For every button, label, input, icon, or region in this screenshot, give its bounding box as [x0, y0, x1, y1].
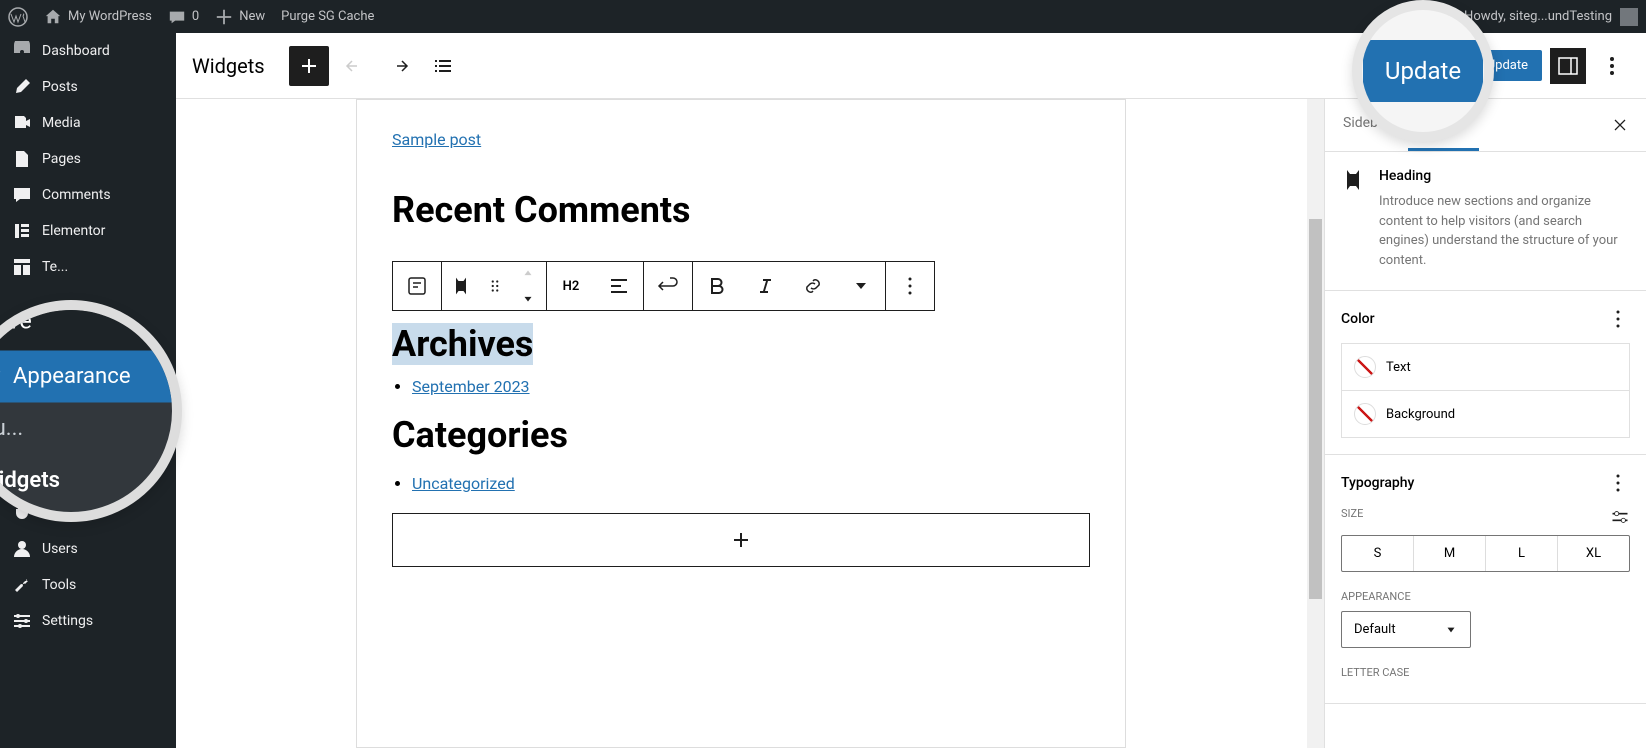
- settings-panel: Sidebar Block Heading Introduce new sect…: [1324, 99, 1646, 748]
- size-s[interactable]: S: [1342, 536, 1413, 571]
- heading-icon: [1341, 168, 1365, 192]
- undo-button[interactable]: [337, 48, 373, 84]
- color-swatch-icon: [1354, 403, 1376, 425]
- category-link[interactable]: Uncategorized: [412, 474, 515, 493]
- list-view-button[interactable]: [425, 48, 461, 84]
- link-button[interactable]: [789, 262, 837, 310]
- italic-button[interactable]: [741, 262, 789, 310]
- lens-widgets[interactable]: Widgets: [0, 455, 182, 507]
- sidebar-item-templates[interactable]: Te...: [0, 249, 176, 285]
- purge-label: Purge SG Cache: [281, 9, 374, 24]
- sidebar-label: Settings: [42, 613, 93, 629]
- block-info: Heading Introduce new sections and organ…: [1325, 152, 1646, 291]
- move-down-button[interactable]: [510, 286, 546, 310]
- sample-post-link[interactable]: Sample post: [392, 130, 481, 149]
- sidebar-label: Media: [42, 115, 81, 131]
- color-options-button[interactable]: [1606, 307, 1630, 331]
- color-bg-row[interactable]: Background: [1341, 391, 1630, 438]
- site-name-label: My WordPress: [68, 9, 152, 24]
- sidebar-item-tools[interactable]: Tools: [0, 567, 176, 603]
- block-options-button[interactable]: [886, 262, 934, 310]
- block-type-button[interactable]: [393, 262, 441, 310]
- settings-panel-button[interactable]: [1550, 48, 1586, 84]
- color-text-row[interactable]: Text: [1341, 343, 1630, 391]
- howdy-text[interactable]: Howdy, siteg...undTesting: [1464, 9, 1612, 24]
- comments-count-label: 0: [192, 9, 199, 24]
- drag-handle[interactable]: [480, 262, 510, 310]
- archive-link[interactable]: September 2023: [412, 377, 530, 396]
- bold-button[interactable]: [693, 262, 741, 310]
- archives-heading-selected[interactable]: Archives: [392, 323, 533, 365]
- sidebar-label: Tools: [42, 577, 76, 593]
- more-rich-text-button[interactable]: [837, 262, 885, 310]
- recent-comments-heading: Recent Comments: [392, 189, 1090, 231]
- new-content[interactable]: New: [207, 0, 273, 33]
- size-buttons: S M L XL: [1341, 535, 1630, 572]
- color-bg-label: Background: [1386, 407, 1455, 422]
- site-name[interactable]: My WordPress: [36, 0, 160, 33]
- canvas-scrollbar[interactable]: [1307, 99, 1324, 748]
- typography-title: Typography: [1341, 475, 1414, 491]
- block-toolbar: H2: [392, 261, 935, 311]
- heading-level-button[interactable]: H2: [547, 262, 595, 310]
- typography-options-button[interactable]: [1606, 471, 1630, 495]
- editor-canvas: Sample post Recent Comments H2: [176, 99, 1324, 748]
- size-l[interactable]: L: [1485, 536, 1557, 571]
- close-panel-button[interactable]: [1594, 99, 1646, 151]
- editor-title: Widgets: [192, 54, 265, 78]
- sidebar-label: Te...: [42, 259, 68, 275]
- sidebar-item-users[interactable]: Users: [0, 531, 176, 567]
- size-xl[interactable]: XL: [1557, 536, 1629, 571]
- sidebar-item-pages[interactable]: Pages: [0, 141, 176, 177]
- sidebar-item-posts[interactable]: Posts: [0, 69, 176, 105]
- lens-appearance-label: Appearance: [13, 364, 131, 390]
- color-section: Color Text Background: [1325, 291, 1646, 455]
- comments-count[interactable]: 0: [160, 0, 207, 33]
- align-button[interactable]: [595, 262, 643, 310]
- sidebar-label: Comments: [42, 187, 111, 203]
- lens-customize[interactable]: Cu...: [0, 403, 182, 455]
- sidebar-item-media[interactable]: Media: [0, 105, 176, 141]
- add-block-button[interactable]: [289, 46, 329, 86]
- appearance-value: Default: [1354, 622, 1396, 637]
- sidebar-label: Users: [42, 541, 78, 557]
- typography-section: Typography SIZE S M L XL APPEARANCE Defa…: [1325, 455, 1646, 704]
- categories-heading: Categories: [392, 414, 1090, 456]
- add-block-appender[interactable]: [392, 513, 1090, 567]
- new-label: New: [239, 9, 265, 24]
- size-label: SIZE: [1341, 507, 1363, 527]
- size-m[interactable]: M: [1413, 536, 1485, 571]
- color-title: Color: [1341, 311, 1375, 327]
- color-text-label: Text: [1386, 360, 1411, 375]
- insert-before-button[interactable]: [644, 262, 692, 310]
- block-info-desc: Introduce new sections and organize cont…: [1379, 192, 1630, 270]
- lens-appearance[interactable]: Appearance: [0, 351, 182, 403]
- user-avatar[interactable]: [1620, 8, 1638, 26]
- sidebar-item-settings[interactable]: Settings: [0, 603, 176, 639]
- update-bubble: Update: [1363, 40, 1483, 102]
- sidebar-item-elementor[interactable]: Elementor: [0, 213, 176, 249]
- move-up-button[interactable]: [510, 262, 546, 286]
- more-options-button[interactable]: [1594, 48, 1630, 84]
- sidebar-label: Pages: [42, 151, 81, 167]
- color-swatch-icon: [1354, 356, 1376, 378]
- size-settings-icon[interactable]: [1610, 507, 1630, 527]
- wp-logo[interactable]: [0, 0, 36, 33]
- appearance-select[interactable]: Default: [1341, 611, 1471, 648]
- sidebar-label: Posts: [42, 79, 78, 95]
- sidebar-item-dashboard[interactable]: Dashboard: [0, 33, 176, 69]
- appearance-label: APPEARANCE: [1341, 590, 1411, 603]
- sidebar-item-comments[interactable]: Comments: [0, 177, 176, 213]
- magnifier-sidebar: Neve Appearance Cu... Widgets Menus: [0, 300, 182, 522]
- widget-area: Sample post Recent Comments H2: [356, 99, 1126, 748]
- sidebar-label: Elementor: [42, 223, 105, 239]
- letter-case-label: LETTER CASE: [1341, 666, 1409, 679]
- remove-area-button[interactable]: [442, 262, 480, 310]
- purge-cache[interactable]: Purge SG Cache: [273, 0, 382, 33]
- block-info-title: Heading: [1379, 168, 1630, 184]
- magnifier-update: Update: [1352, 0, 1494, 142]
- redo-button[interactable]: [381, 48, 417, 84]
- sidebar-label: Dashboard: [42, 43, 110, 59]
